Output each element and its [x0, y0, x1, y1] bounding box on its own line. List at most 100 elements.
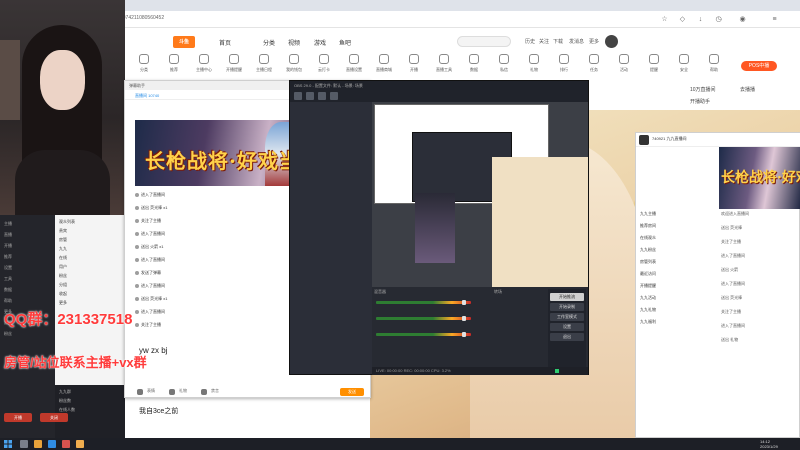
nav-history[interactable]: 历史	[525, 38, 535, 45]
emoji-button[interactable]: 表情	[147, 388, 155, 394]
nav-download[interactable]: 下载	[553, 38, 563, 45]
filter-icon[interactable]	[330, 92, 338, 100]
category-item[interactable]: 提醒	[639, 54, 669, 73]
room-chat-message[interactable]: 送出 荧光棒	[721, 225, 800, 231]
left-panel-item[interactable]: 推荐	[4, 254, 12, 260]
room-list-item[interactable]: 九九活动	[640, 295, 656, 301]
room-list-item[interactable]: 九九粉丝	[640, 247, 656, 253]
room-list-item[interactable]: 房管列表	[640, 259, 656, 265]
viewer-item[interactable]: 房管	[59, 237, 67, 243]
category-item[interactable]: 直播商城	[369, 54, 399, 73]
category-item[interactable]: 安全	[669, 54, 699, 73]
room-list-item[interactable]: 九九主播	[640, 211, 656, 217]
bottom-strip-item[interactable]: 九九群	[59, 389, 71, 395]
nav-follow[interactable]: 关注	[539, 38, 549, 45]
room-chat-message[interactable]: 进入了直播间	[721, 253, 800, 259]
category-item[interactable]: 分类	[129, 54, 159, 73]
start-stream-button[interactable]: 开始推流	[550, 293, 584, 301]
left-panel-item[interactable]: 粉丝	[4, 331, 12, 337]
left-panel-item[interactable]: 直播	[4, 232, 12, 238]
nav-category[interactable]: 分类	[263, 38, 275, 47]
exit-button[interactable]: 退出	[550, 333, 584, 341]
nav-game[interactable]: 游戏	[314, 38, 326, 47]
windows-start-icon[interactable]	[4, 440, 12, 448]
room-chat-message[interactable]: 进入了直播间	[721, 281, 800, 287]
app-icon[interactable]	[76, 440, 84, 448]
room-chat-message[interactable]: 关注了主播	[721, 239, 800, 245]
room-list-item[interactable]: 在线观众	[640, 235, 656, 241]
room-chat-message[interactable]: 欢迎进入直播间	[721, 211, 800, 217]
category-item[interactable]: 私信	[489, 54, 519, 73]
category-item[interactable]: 任务	[579, 54, 609, 73]
nav-fishbar[interactable]: 鱼吧	[339, 38, 351, 47]
nav-more[interactable]: 更多	[589, 38, 599, 45]
viewer-item[interactable]: 收起	[59, 291, 67, 297]
room-chat-message[interactable]: 送出 荧光棒	[721, 295, 800, 301]
category-item[interactable]: 开播	[399, 54, 429, 73]
ban-icon[interactable]	[201, 389, 207, 395]
room-list-item[interactable]: 九九礼物	[640, 307, 656, 313]
left-panel-item[interactable]: 主播	[4, 221, 12, 227]
avatar[interactable]	[605, 35, 618, 48]
obs-preview[interactable]	[372, 102, 588, 287]
room-list-item[interactable]: 最近访问	[640, 271, 656, 277]
gift-icon[interactable]	[169, 389, 175, 395]
gift-button[interactable]: 礼物	[179, 388, 187, 394]
category-item[interactable]: 云打卡	[309, 54, 339, 73]
bottom-strip-item[interactable]: 粉丝数	[59, 398, 71, 404]
ad-line[interactable]: 去播播	[740, 86, 755, 93]
emoji-icon[interactable]	[137, 389, 143, 395]
browser-icon[interactable]	[48, 440, 56, 448]
room-list-item[interactable]: 九九福利	[640, 319, 656, 325]
scene-icon[interactable]	[294, 92, 302, 100]
menu-icon[interactable]: ≡	[770, 15, 779, 24]
room-list-item[interactable]: 开播提醒	[640, 283, 656, 289]
start-record-button[interactable]: 开始录制	[550, 303, 584, 311]
download-icon[interactable]: ↓	[696, 15, 705, 24]
mute-button[interactable]: 禁言	[211, 388, 219, 394]
search-icon[interactable]	[20, 440, 28, 448]
ad-line[interactable]: 10万直播间	[690, 86, 716, 93]
search-input[interactable]	[457, 36, 511, 47]
studio-mode-button[interactable]: 工作室模式	[550, 313, 584, 321]
url-text[interactable]: 1074211080560452	[120, 15, 164, 21]
viewer-item[interactable]: 用户	[59, 264, 67, 270]
star-icon[interactable]: ☆	[660, 15, 669, 24]
category-item[interactable]: 主播日程	[249, 54, 279, 73]
category-item[interactable]: 推荐	[159, 54, 189, 73]
category-item[interactable]: 帮助	[699, 54, 729, 73]
room-chat-message[interactable]: 进入了直播间	[721, 323, 800, 329]
viewer-item[interactable]: 九九	[59, 246, 67, 252]
profile-icon[interactable]: ◉	[738, 15, 747, 24]
volume-slider[interactable]	[462, 316, 466, 321]
history-icon[interactable]: ◷	[714, 15, 723, 24]
nav-message[interactable]: 发消息	[569, 38, 584, 45]
viewer-item[interactable]: 粉丝	[59, 273, 67, 279]
room-list-item[interactable]: 推荐房间	[640, 223, 656, 229]
left-panel-item[interactable]: 帮助	[4, 298, 12, 304]
room-chat-message[interactable]: 送出 礼物	[721, 337, 800, 343]
site-logo[interactable]: 斗鱼	[173, 36, 195, 48]
category-item[interactable]: 数据	[459, 54, 489, 73]
tab-room[interactable]: 直播间 10740	[135, 93, 159, 99]
left-panel-item[interactable]: 数据	[4, 287, 12, 293]
viewer-item[interactable]: 更多	[59, 300, 67, 306]
source-icon[interactable]	[306, 92, 314, 100]
category-item[interactable]: 我的钱包	[279, 54, 309, 73]
nav-video[interactable]: 视频	[288, 38, 300, 47]
category-item[interactable]: 主播中心	[189, 54, 219, 73]
category-item[interactable]: 直播工具	[429, 54, 459, 73]
viewer-item[interactable]: 贵宾	[59, 228, 67, 234]
mixer-icon[interactable]	[318, 92, 326, 100]
ad-line[interactable]: 开播助手	[690, 98, 710, 105]
send-button[interactable]: 发送	[340, 388, 364, 396]
room-chat-message[interactable]: 关注了主播	[721, 309, 800, 315]
avatar[interactable]	[639, 135, 649, 145]
extension-icon[interactable]: ◇	[678, 15, 687, 24]
volume-slider[interactable]	[462, 300, 466, 305]
volume-slider[interactable]	[462, 332, 466, 337]
nav-home[interactable]: 首页	[219, 38, 231, 47]
obs-icon[interactable]	[62, 440, 70, 448]
room-chat-message[interactable]: 送出 火箭	[721, 267, 800, 273]
close-button[interactable]: 关闭	[40, 413, 68, 422]
